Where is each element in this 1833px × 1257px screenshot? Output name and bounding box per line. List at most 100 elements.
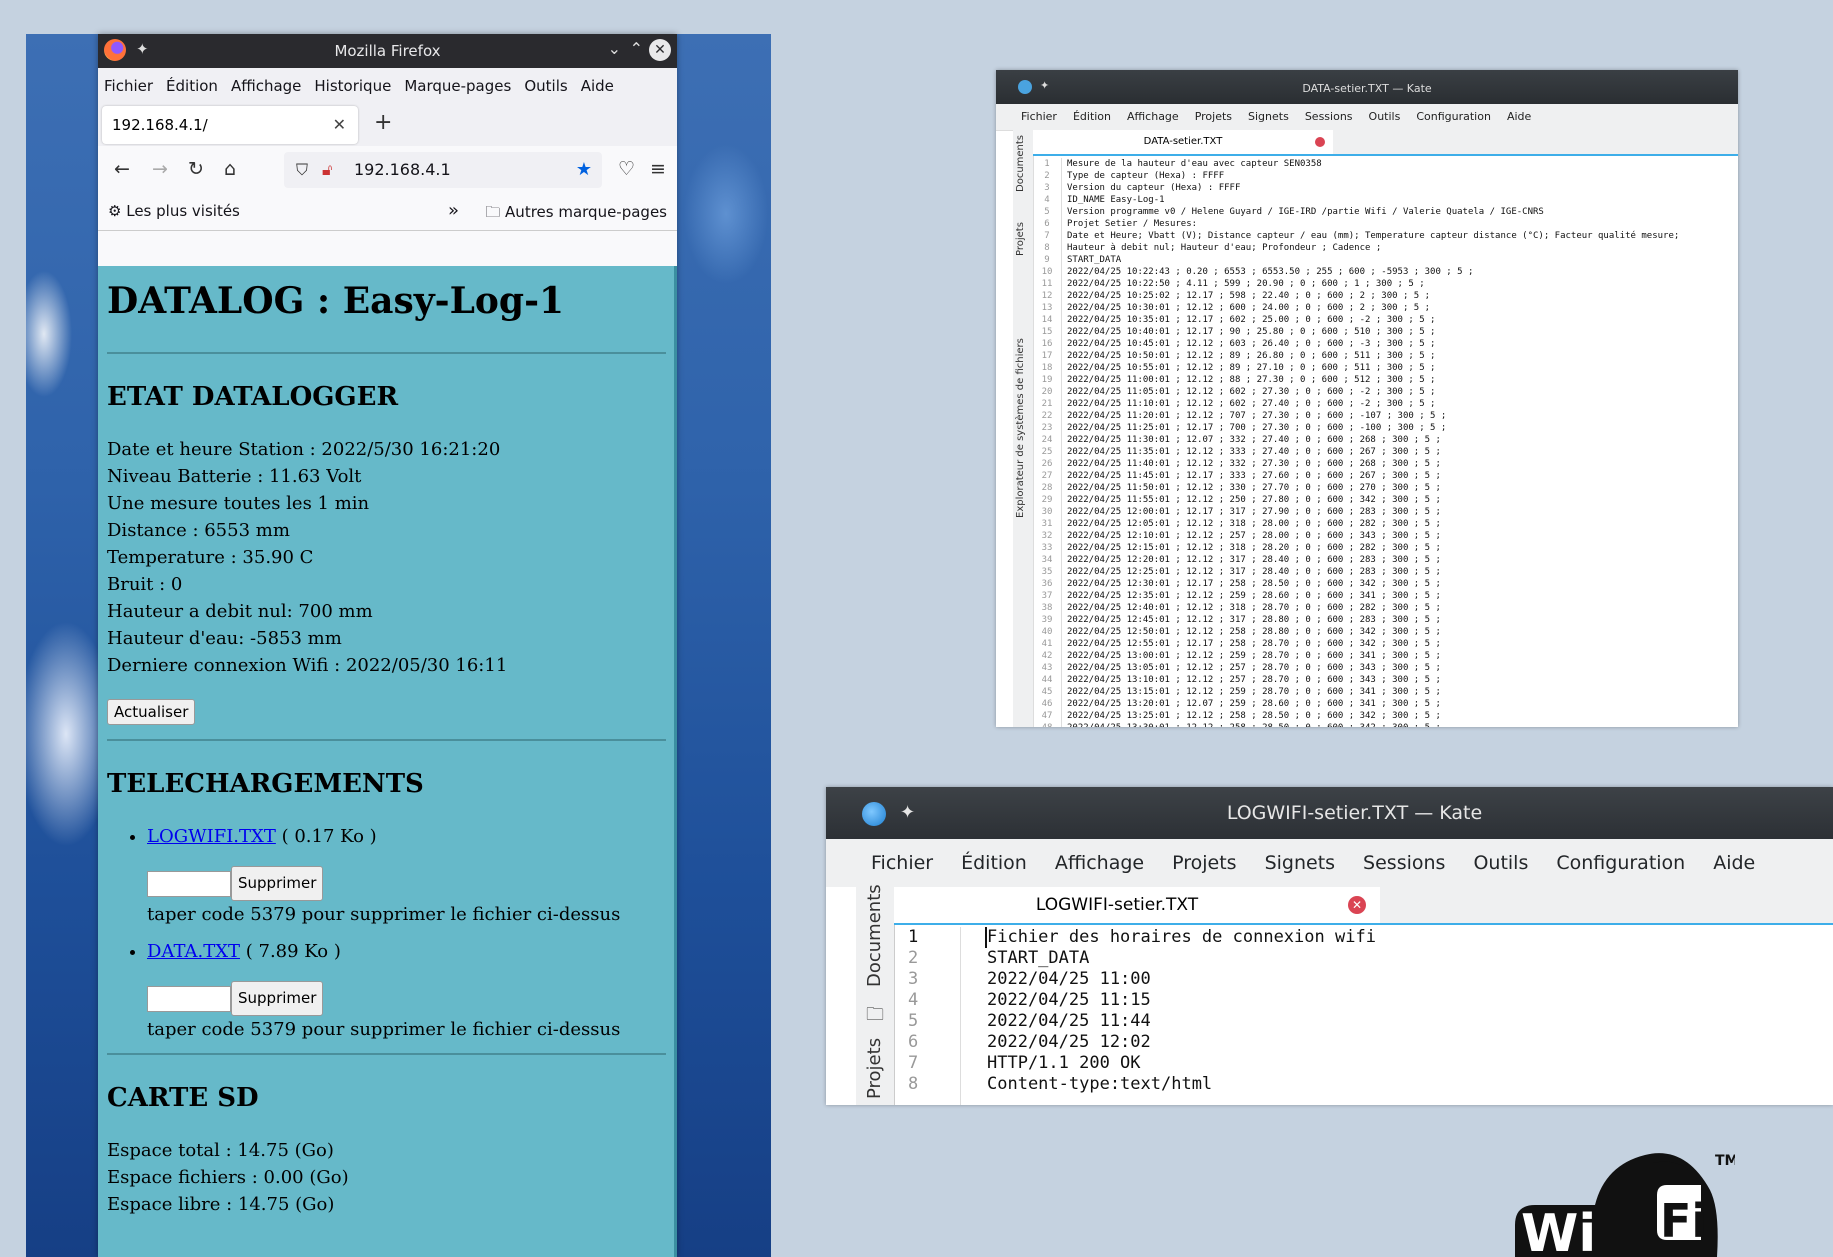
menu-item-0[interactable]: Fichier <box>104 77 153 95</box>
menu-item-2[interactable]: Affichage <box>231 77 301 95</box>
menu-item-0[interactable]: Fichier <box>1021 110 1057 123</box>
menu-item-5[interactable]: Sessions <box>1305 110 1353 123</box>
url-text: 192.168.4.1 <box>354 160 451 179</box>
etat-line: Temperature : 35.90 C <box>107 547 314 568</box>
editor-line: 2022/04/25 12:15:01 ; 12.12 ; 318 ; 28.2… <box>1067 543 1441 553</box>
new-tab-button[interactable]: + <box>374 110 392 135</box>
line-number: 18 <box>1041 363 1053 373</box>
menu-item-1[interactable]: Édition <box>1073 110 1111 123</box>
line-number: 48 <box>1033 722 1061 727</box>
sidebar-documents[interactable]: Documents <box>1015 135 1026 192</box>
menu-item-3[interactable]: Projets <box>1195 110 1232 123</box>
line-number: 5 <box>908 1011 919 1031</box>
tab-logwifi-setier[interactable]: LOGWIFI-setier.TXT ✕ <box>894 887 1380 923</box>
sidebar-filesystem[interactable]: Explorateur de systèmes de fichiers <box>1015 338 1026 518</box>
line-number: 42 <box>1041 651 1053 661</box>
menu-item-8[interactable]: Aide <box>1713 852 1755 874</box>
kate-data-editor[interactable]: 1 2 3 4 5 6 7 8 9 10 11 12 13 14 15 16 17 18 19 20 21 22 23 24 2… <box>1033 156 1738 727</box>
delete-code-input[interactable] <box>147 870 231 897</box>
bookmark-star-icon[interactable]: ★ <box>576 152 592 188</box>
line-number: 38 <box>1041 603 1053 613</box>
menu-item-5[interactable]: Sessions <box>1363 852 1445 874</box>
menu-item-3[interactable]: Historique <box>314 77 391 95</box>
close-tab-icon[interactable] <box>1315 137 1325 147</box>
editor-line: HTTP/1.1 200 OK <box>987 1053 1141 1073</box>
file-size: ( 7.89 Ko ) <box>245 941 341 962</box>
menu-item-4[interactable]: Signets <box>1265 852 1335 874</box>
app-menu-icon[interactable]: ≡ <box>650 158 666 180</box>
sidebar-projets[interactable]: Projets <box>1015 222 1026 256</box>
kate-logwifi-editor[interactable]: 12345678 Fichier des horaires de connexi… <box>894 925 1833 1105</box>
tab-data-setier[interactable]: DATA-setier.TXT <box>1033 130 1333 154</box>
menu-item-8[interactable]: Aide <box>1507 110 1531 123</box>
pocket-icon[interactable]: ♡ <box>618 158 635 180</box>
menu-item-4[interactable]: Marque-pages <box>404 77 511 95</box>
actualiser-button[interactable]: Actualiser <box>107 699 196 725</box>
menu-item-6[interactable]: Outils <box>1369 110 1401 123</box>
editor-line: START_DATA <box>1067 255 1122 265</box>
logwifi-link[interactable]: LOGWIFI.TXT <box>147 826 276 847</box>
menu-item-6[interactable]: Outils <box>1473 852 1528 874</box>
navigation-toolbar: ← → ↻ ⌂ ⛉ 🔓︎ 192.168.4.1 ★ ♡ ≡ <box>98 146 677 194</box>
line-number: 44 <box>1041 675 1053 685</box>
bookmark-other[interactable]: 🗀︎ Autres marque-pages <box>485 202 667 227</box>
menu-item-3[interactable]: Projets <box>1172 852 1236 874</box>
editor-line: 2022/04/25 12:55:01 ; 12.17 ; 258 ; 28.7… <box>1067 639 1441 649</box>
line-number: 22 <box>1041 411 1053 421</box>
url-bar[interactable]: ⛉ 🔓︎ 192.168.4.1 ★ <box>284 152 602 188</box>
etat-line: Date et heure Station : 2022/5/30 16:21:… <box>107 439 501 460</box>
menu-item-5[interactable]: Outils <box>524 77 567 95</box>
data-link[interactable]: DATA.TXT <box>147 941 240 962</box>
line-number: 41 <box>1041 639 1053 649</box>
sidebar-projets[interactable]: Projets <box>864 1038 885 1099</box>
insecure-lock-icon[interactable]: 🔓︎ <box>322 152 332 188</box>
menu-item-2[interactable]: Affichage <box>1127 110 1179 123</box>
editor-line: 2022/04/25 12:30:01 ; 12.17 ; 258 ; 28.5… <box>1067 579 1441 589</box>
forward-icon[interactable]: → <box>152 158 168 180</box>
menu-item-6[interactable]: Aide <box>581 77 614 95</box>
reload-icon[interactable]: ↻ <box>188 158 204 180</box>
editor-line: 2022/04/25 12:45:01 ; 12.12 ; 317 ; 28.8… <box>1067 615 1441 625</box>
editor-line: Version programme v0 / Helene Guyard / I… <box>1067 207 1544 217</box>
line-number: 4 <box>908 990 919 1010</box>
menu-item-2[interactable]: Affichage <box>1055 852 1144 874</box>
bookmarks-overflow-icon[interactable]: » <box>448 200 459 221</box>
line-number: 9 <box>1044 255 1050 265</box>
menu-item-4[interactable]: Signets <box>1248 110 1289 123</box>
menu-item-7[interactable]: Configuration <box>1416 110 1491 123</box>
maximize-icon[interactable]: ⌃ <box>630 39 643 58</box>
line-number: 10 <box>1041 267 1053 277</box>
editor-line: 2022/04/25 11:35:01 ; 12.12 ; 333 ; 27.4… <box>1067 447 1441 457</box>
shield-icon[interactable]: ⛉ <box>296 152 308 188</box>
line-number: 1 <box>908 927 919 947</box>
line-number: 8 <box>1044 243 1050 253</box>
editor-line: 2022/04/25 13:15:01 ; 12.12 ; 259 ; 28.7… <box>1067 687 1441 697</box>
sidebar-documents[interactable]: Documents <box>864 884 885 987</box>
menu-item-1[interactable]: Édition <box>961 852 1027 874</box>
delete-code-input[interactable] <box>147 985 231 1012</box>
firefox-titlebar: ✦ Mozilla Firefox ⌄ ⌃ ✕ <box>98 34 677 68</box>
line-number: 20 <box>1041 387 1053 397</box>
close-tab-icon[interactable]: ✕ <box>1348 896 1366 914</box>
downloads-heading: TELECHARGEMENTS <box>107 769 424 799</box>
tab-192-168-4-1[interactable]: 192.168.4.1/ ✕ <box>102 106 358 144</box>
home-icon[interactable]: ⌂ <box>224 158 236 180</box>
bookmark-most-visited[interactable]: ⚙ Les plus visités <box>108 202 240 220</box>
supprimer-button[interactable]: Supprimer <box>231 981 324 1016</box>
close-tab-icon[interactable]: ✕ <box>333 106 346 144</box>
supprimer-button[interactable]: Supprimer <box>231 866 324 901</box>
minimize-icon[interactable]: ⌄ <box>608 39 621 58</box>
close-window-icon[interactable]: ✕ <box>649 39 671 61</box>
kate-logwifi-menubar: Fichier Édition Affichage Projets Signets Ses… <box>826 839 1833 887</box>
line-number: 3 <box>908 969 919 989</box>
editor-line: 2022/04/25 10:45:01 ; 12.12 ; 603 ; 26.4… <box>1067 339 1436 349</box>
back-icon[interactable]: ← <box>114 158 130 180</box>
line-numbers: 1 2 3 4 5 6 7 8 9 10 11 12 13 14 15 16 17 18 19 20 21 22 23 24 2… <box>1033 158 1062 727</box>
etat-line: Niveau Batterie : 11.63 Volt <box>107 466 362 487</box>
menu-item-1[interactable]: Édition <box>166 77 218 95</box>
line-number: 19 <box>1041 375 1053 385</box>
editor-line: Mesure de la hauteur d'eau avec capteur … <box>1067 159 1322 169</box>
menu-item-0[interactable]: Fichier <box>871 852 933 874</box>
menu-item-7[interactable]: Configuration <box>1556 852 1685 874</box>
delete-row: Supprimer <box>147 866 666 901</box>
